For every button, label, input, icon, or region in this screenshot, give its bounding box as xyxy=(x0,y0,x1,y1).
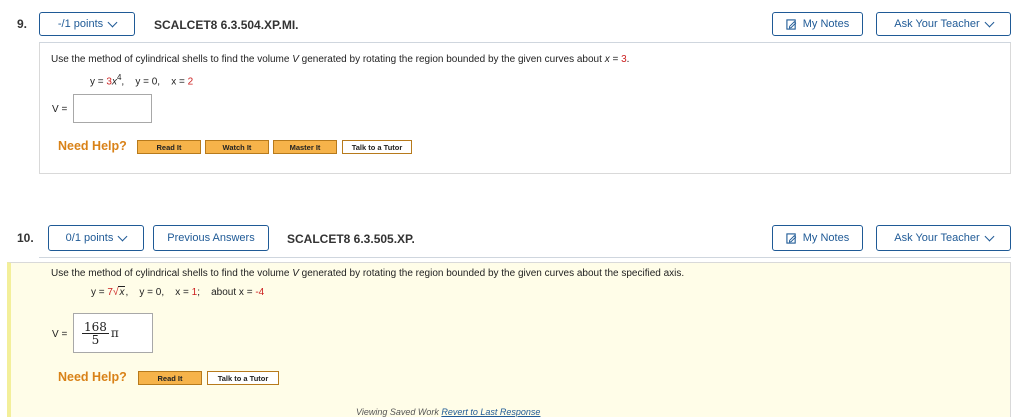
pi-symbol: π xyxy=(110,326,119,340)
q10-my-notes-label: My Notes xyxy=(802,232,850,244)
q9-my-notes-label: My Notes xyxy=(802,18,850,30)
note-icon xyxy=(786,232,797,244)
q10-previous-answers-button[interactable]: Previous Answers xyxy=(153,225,269,251)
q9-question-code: SCALCET8 6.3.504.XP.MI. xyxy=(154,18,299,32)
q10-equations: y = 7√x, y = 0, x = 1; about x = -4 xyxy=(91,286,265,298)
q10-question-code: SCALCET8 6.3.505.XP. xyxy=(287,232,415,246)
q10-header-rule xyxy=(39,257,1011,258)
q10-talk-to-tutor-button[interactable]: Talk to a Tutor xyxy=(207,371,279,385)
q9-master-it-button[interactable]: Master It xyxy=(273,140,337,154)
chevron-down-icon xyxy=(117,231,128,241)
question-10-number: 10. xyxy=(17,231,34,245)
q9-talk-to-tutor-button[interactable]: Talk to a Tutor xyxy=(342,140,412,154)
q10-question-panel xyxy=(7,262,1011,417)
revert-to-last-response-link[interactable]: Revert to Last Response xyxy=(441,407,540,417)
q10-saved-work-footer: Viewing Saved Work Revert to Last Respon… xyxy=(356,407,541,417)
q10-answer-fraction: 168 5 xyxy=(82,319,109,347)
q10-previous-answers-label: Previous Answers xyxy=(167,232,255,244)
q10-answer-box[interactable]: 168 5 π xyxy=(73,313,153,353)
q9-read-it-button[interactable]: Read It xyxy=(137,140,201,154)
q9-answer-input[interactable] xyxy=(73,94,152,123)
q10-ask-teacher-label: Ask Your Teacher xyxy=(894,232,980,244)
q10-v-label: V = xyxy=(52,329,68,340)
q9-ask-teacher-label: Ask Your Teacher xyxy=(894,18,980,30)
q10-my-notes-button[interactable]: My Notes xyxy=(772,225,863,251)
q10-read-it-button[interactable]: Read It xyxy=(138,371,202,385)
note-icon xyxy=(786,18,797,30)
chevron-down-icon xyxy=(107,17,118,27)
question-9-number: 9. xyxy=(17,17,28,31)
q9-points-dropdown[interactable]: -/1 points xyxy=(39,12,135,36)
q9-equations: y = 3x4, y = 0, x = 2 xyxy=(90,73,194,88)
q9-v-label: V = xyxy=(52,104,68,115)
q9-ask-teacher-button[interactable]: Ask Your Teacher xyxy=(876,12,1011,36)
q9-need-help-label: Need Help? xyxy=(58,139,127,153)
q10-points-dropdown[interactable]: 0/1 points xyxy=(48,225,144,251)
chevron-down-icon xyxy=(984,231,995,241)
q10-prompt: Use the method of cylindrical shells to … xyxy=(51,268,685,279)
q10-ask-teacher-button[interactable]: Ask Your Teacher xyxy=(876,225,1011,251)
q9-points-label: -/1 points xyxy=(57,18,104,30)
q9-watch-it-button[interactable]: Watch It xyxy=(205,140,269,154)
q10-points-label: 0/1 points xyxy=(65,232,114,244)
chevron-down-icon xyxy=(984,17,995,27)
q10-need-help-label: Need Help? xyxy=(58,370,127,384)
q9-my-notes-button[interactable]: My Notes xyxy=(772,12,863,36)
q9-prompt: Use the method of cylindrical shells to … xyxy=(51,54,630,65)
